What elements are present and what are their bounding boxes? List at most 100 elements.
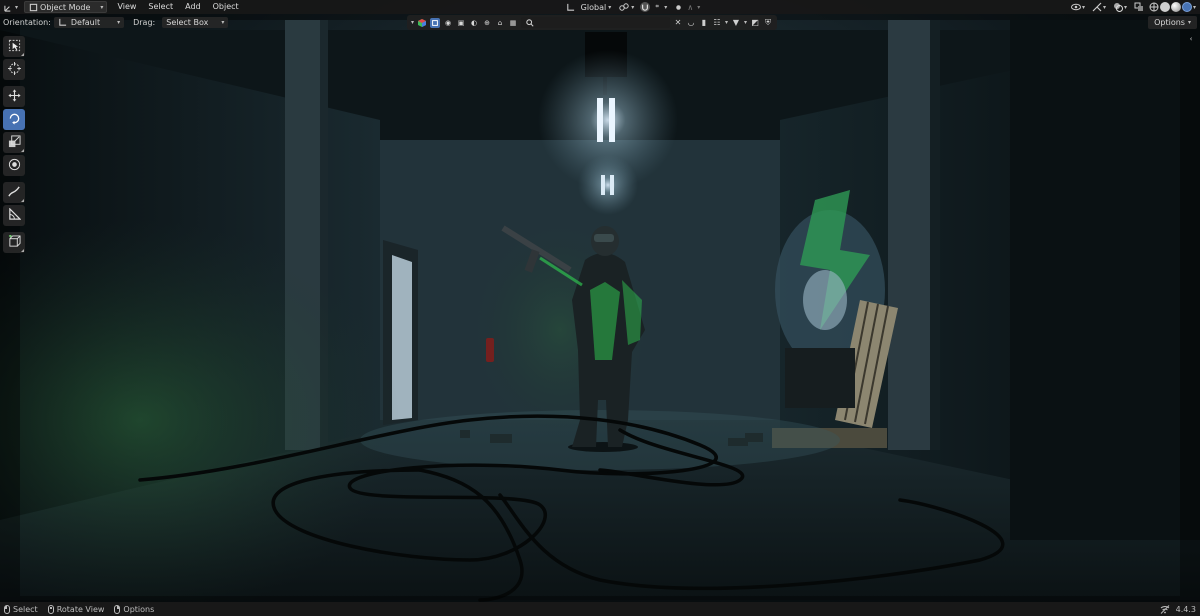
move-tool[interactable] — [3, 86, 25, 107]
empty-filter-icon[interactable]: ⊕ — [482, 18, 492, 28]
proportional-editing-icon — [673, 2, 683, 12]
filter-options-icon[interactable]: ◡ — [686, 18, 696, 28]
options-dropdown[interactable]: Options ▾ — [1148, 16, 1197, 29]
editor-type-button[interactable]: ▾ — [0, 1, 21, 13]
menu-object[interactable]: Object — [207, 1, 245, 13]
tool-variants-icon — [21, 149, 24, 152]
chevron-down-icon[interactable]: ▾ — [1124, 4, 1127, 11]
tool-variants-icon — [21, 53, 24, 56]
gizmo-icon[interactable] — [1092, 2, 1102, 12]
status-hint-select: Select — [4, 604, 38, 614]
expand-sidebar-icon[interactable]: ‹ — [1186, 34, 1196, 44]
chevron-down-icon: ▾ — [117, 19, 121, 26]
chevron-down-icon[interactable]: ▾ — [744, 19, 747, 26]
camera-filter-icon[interactable]: ▣ — [456, 18, 466, 28]
xray-icon[interactable] — [1134, 2, 1144, 12]
search-input[interactable] — [537, 18, 666, 27]
status-bar: Select Rotate View Options 4.4.3 — [0, 602, 1200, 616]
orientation-label: Global — [580, 2, 607, 12]
orientation-field-label: Orientation: — [3, 18, 51, 27]
select-box-tool[interactable] — [3, 36, 25, 57]
viewport-header: ▾ Object Mode ▾ View Select Add Object G… — [0, 0, 1200, 14]
other-filter-icon[interactable]: ⌂ — [495, 18, 505, 28]
tool-shelf — [3, 36, 25, 255]
annotate-tool[interactable] — [3, 182, 25, 203]
solid-shading-icon[interactable] — [1159, 2, 1170, 12]
annotate-icon — [7, 185, 21, 200]
pivot-point-dropdown[interactable]: ▾ — [616, 1, 637, 13]
add-cube-tool[interactable] — [3, 232, 25, 253]
material-preview-icon[interactable] — [1170, 2, 1181, 12]
mode-label: Object Mode — [40, 2, 91, 12]
status-hint-rotate-view: Rotate View — [47, 604, 105, 614]
transform-icon — [8, 158, 21, 173]
mesh-filter-icon[interactable]: ◉ — [443, 18, 453, 28]
scene-collection-icon[interactable] — [417, 18, 427, 28]
new-collection-icon[interactable]: ◩ — [750, 18, 760, 28]
link-icon — [619, 2, 629, 12]
light-filter-icon[interactable]: ◐ — [469, 18, 479, 28]
visibility-eye-icon[interactable] — [1070, 2, 1081, 12]
tool-variants-icon — [21, 249, 24, 252]
chevron-down-icon: ▾ — [221, 19, 225, 26]
snap-magnet-icon — [640, 2, 651, 12]
mode-dropdown[interactable]: Object Mode ▾ — [24, 1, 108, 13]
scale-icon — [8, 135, 21, 150]
drag-dropdown[interactable]: Select Box ▾ — [162, 17, 229, 28]
orientation-value: Default — [70, 18, 101, 27]
orientation-dropdown[interactable]: Default ▾ — [53, 17, 125, 28]
filter-funnel-icon[interactable]: ▼ — [731, 18, 741, 28]
chevron-down-icon: ▾ — [1187, 19, 1191, 26]
select-box-icon — [8, 39, 21, 54]
status-hint-label: Rotate View — [56, 604, 105, 614]
select-toggle-icon[interactable] — [430, 17, 441, 28]
drag-value: Select Box — [166, 18, 209, 27]
rendered-shading-icon[interactable] — [1181, 2, 1192, 12]
overlays-icon[interactable] — [1113, 2, 1123, 12]
move-icon — [7, 89, 21, 104]
shading-controls: ▾ ▾ ▾ ▾ — [1070, 1, 1196, 13]
menu-select[interactable]: Select — [142, 1, 179, 13]
bookmark-icon[interactable]: ▮ — [699, 18, 709, 28]
3d-viewport[interactable] — [0, 0, 1200, 616]
chevron-down-icon: ▾ — [15, 3, 19, 11]
chevron-down-icon[interactable]: ▾ — [1103, 4, 1106, 11]
chevron-down-icon[interactable]: ▾ — [1082, 4, 1085, 11]
mouse-middle-icon — [47, 604, 54, 614]
sidebar-toggle-strip: ‹ — [1186, 34, 1198, 44]
object-mode-icon — [28, 2, 38, 12]
mouse-left-icon — [4, 604, 10, 614]
list-view-icon[interactable]: ☷ — [712, 18, 722, 28]
menu-view[interactable]: View — [111, 1, 142, 13]
collection-filter-bar: ▾ ◉ ▣ ◐ ⊕ ⌂ ▦ ✕ ◡ ▮ ☷ ▾ ▼ ▾ ◩ ⛨ — [407, 15, 777, 30]
search-field[interactable] — [521, 17, 670, 28]
clear-search-icon[interactable]: ✕ — [673, 18, 683, 28]
proportional-editing-toggle[interactable]: ∧ ▾ — [670, 1, 703, 13]
cursor-tool[interactable] — [3, 59, 25, 80]
chevron-down-icon[interactable]: ▾ — [411, 19, 414, 26]
version-info: 4.4.3 — [1160, 604, 1196, 614]
falloff-curve-icon: ∧ — [687, 2, 694, 12]
chevron-down-icon: ▾ — [697, 3, 701, 11]
menu-add[interactable]: Add — [179, 1, 207, 13]
snap-target-icon: ⌗ — [655, 3, 659, 10]
status-hint-options: Options — [114, 604, 154, 614]
measure-tool[interactable] — [3, 205, 25, 226]
network-disabled-icon[interactable] — [1160, 604, 1170, 614]
shield-icon[interactable]: ⛨ — [763, 18, 773, 28]
render-scene — [0, 0, 1200, 616]
transform-orientation-dropdown[interactable]: Global ▾ — [563, 1, 615, 13]
mouse-right-icon — [114, 604, 121, 614]
transform-tool[interactable] — [3, 155, 25, 176]
cursor-icon — [7, 62, 21, 77]
grid-filter-icon[interactable]: ▦ — [508, 18, 518, 28]
chevron-down-icon[interactable]: ▾ — [1193, 4, 1196, 11]
rotate-icon — [8, 112, 21, 127]
chevron-down-icon: ▾ — [100, 3, 104, 11]
rotate-tool[interactable] — [3, 109, 25, 130]
search-icon — [525, 18, 534, 28]
chevron-down-icon[interactable]: ▾ — [725, 19, 728, 26]
scale-tool[interactable] — [3, 132, 25, 153]
wireframe-shading-icon[interactable] — [1149, 2, 1159, 12]
snap-toggle[interactable]: ⌗ ▾ — [637, 1, 670, 13]
